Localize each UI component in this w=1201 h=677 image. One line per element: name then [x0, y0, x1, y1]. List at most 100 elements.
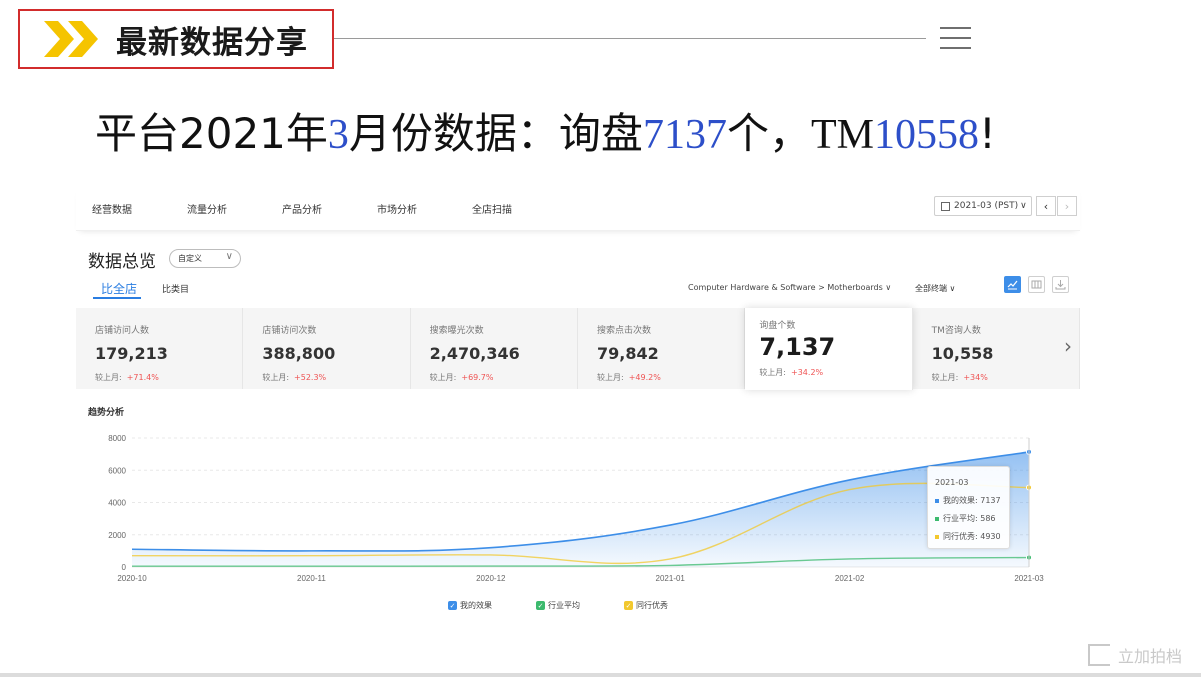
metric-label: TM咨询人数 [931, 326, 981, 336]
y-tick-label: 2000 [108, 531, 126, 540]
compare-percent: +49.2% [628, 373, 661, 382]
watermark: 立加拍档 [1088, 643, 1182, 667]
x-tick-label: 2021-03 [1014, 574, 1044, 583]
active-tab-indicator [93, 297, 141, 299]
chevron-down-icon: ∨ [949, 284, 956, 293]
metric-compare: 较上月: +52.3% [262, 372, 326, 383]
headline-month: 3 [327, 112, 349, 158]
tooltip-value: 4930 [980, 532, 1001, 541]
headline-tm-count: 10558 [873, 112, 979, 158]
legend-item-industry-average[interactable]: ✓ 行业平均 [536, 600, 580, 611]
series-dot [935, 516, 939, 521]
series-dot [935, 498, 939, 503]
dashboard: 经营数据 流量分析 产品分析 市场分析 全店扫描 2021-03 (PST) ∨… [76, 186, 1080, 632]
compare-percent: +52.3% [294, 373, 327, 382]
tooltip-value: 586 [980, 514, 996, 523]
metric-value: 7,137 [759, 333, 836, 361]
category-path: Computer Hardware & Software > Motherboa… [688, 283, 883, 292]
overview-header: 数据总览 自定义 ∨ 比全店 比类目 [76, 231, 1080, 309]
next-month-button[interactable]: › [1057, 196, 1077, 216]
metric-label: 店铺访问次数 [262, 326, 317, 336]
metric-card-store-visits[interactable]: 店铺访问次数 388,800 较上月: +52.3% [243, 308, 411, 389]
watermark-logo-icon [1088, 644, 1110, 666]
chart-tooltip: 2021-03 我的效果: 7137 行业平均: 586 同行优秀: 4930 [927, 466, 1010, 549]
metric-label: 搜索曝光次数 [429, 326, 484, 336]
headline: 平台2021年3月份数据：询盘7137个，TM10558! [95, 100, 996, 161]
tooltip-label: 同行优秀 [943, 532, 975, 541]
compare-label: 较上月: [596, 373, 624, 382]
compare-label: 较上月: [262, 373, 290, 382]
compare-percent: +69.7% [461, 373, 494, 382]
metric-compare: 较上月: +49.2% [597, 372, 661, 383]
x-tick-label: 2020-11 [297, 574, 326, 583]
chevron-down-icon: ∨ [1020, 201, 1027, 211]
legend-label: 我的效果 [460, 601, 492, 610]
chevron-right-icon[interactable]: › [1064, 334, 1072, 358]
prev-month-button[interactable]: ‹ [1036, 196, 1056, 216]
category-filter[interactable]: Computer Hardware & Software > Motherboa… [688, 283, 891, 292]
tooltip-label: 行业平均 [943, 514, 975, 523]
legend-item-my-performance[interactable]: ✓ 我的效果 [448, 600, 492, 611]
line-chart-icon [1007, 280, 1018, 290]
overview-title: 数据总览 [88, 252, 156, 272]
menu-icon[interactable] [940, 27, 971, 51]
line-chart-view-button[interactable] [1004, 276, 1021, 293]
tooltip-value: 7137 [980, 496, 1001, 505]
legend-label: 行业平均 [548, 601, 580, 610]
metric-card-search-impressions[interactable]: 搜索曝光次数 2,470,346 较上月: +69.7% [411, 308, 578, 389]
title-divider [334, 38, 926, 39]
metric-value: 388,800 [262, 344, 336, 363]
metric-compare: 较上月: +34.2% [759, 367, 823, 378]
chevron-down-icon: ∨ [225, 251, 233, 262]
custom-select-value: 自定义 [178, 254, 202, 263]
metric-value: 79,842 [596, 344, 659, 363]
compare-percent: +34.2% [791, 368, 824, 377]
compare-percent: +71.4% [126, 373, 159, 382]
metric-value: 2,470,346 [429, 344, 520, 363]
nav-item-market[interactable]: 市场分析 [377, 201, 456, 216]
metric-value: 179,213 [95, 344, 168, 363]
headline-text: 平台 [95, 109, 180, 158]
watermark-text: 立加拍档 [1118, 647, 1183, 666]
tooltip-row: 同行优秀: 4930 [935, 531, 1001, 542]
nav-item-store-scan[interactable]: 全店扫描 [472, 201, 551, 216]
custom-select[interactable]: 自定义 ∨ [169, 249, 241, 268]
checkbox-icon: ✓ [624, 601, 633, 610]
nav-item-business-data[interactable]: 经营数据 [92, 201, 171, 216]
metric-label: 询盘个数 [759, 321, 796, 331]
nav-item-traffic[interactable]: 流量分析 [187, 201, 266, 216]
headline-tm: TM [810, 112, 874, 158]
metric-card-inquiries[interactable]: 询盘个数 7,137 较上月: +34.2% [745, 308, 913, 390]
metric-card-tm-consultations[interactable]: TM咨询人数 10,558 较上月: +34% [913, 308, 1080, 389]
series-dot [935, 534, 939, 539]
legend-item-peer-excellent[interactable]: ✓ 同行优秀 [624, 600, 668, 611]
nav-item-product[interactable]: 产品分析 [282, 201, 361, 216]
tooltip-row: 行业平均: 586 [935, 513, 996, 524]
headline-text: 月份数据：询盘 [348, 109, 643, 158]
slide-title-frame: 最新数据分享 [18, 9, 334, 69]
metric-card-search-clicks[interactable]: 搜索点击次数 79,842 较上月: +49.2% [578, 308, 746, 389]
tab-category[interactable]: 比类目 [162, 282, 189, 295]
y-tick-label: 4000 [108, 499, 126, 508]
terminal-filter[interactable]: 全部终端 ∨ [915, 283, 955, 294]
tooltip-row: 我的效果: 7137 [935, 495, 1001, 506]
x-tick-label: 2021-01 [656, 574, 686, 583]
headline-text: 个， [726, 109, 811, 158]
table-icon [1031, 280, 1042, 289]
compare-percent: +34% [963, 373, 988, 382]
table-view-button[interactable] [1028, 276, 1045, 293]
checkbox-icon: ✓ [448, 601, 457, 610]
headline-text: ! [978, 109, 996, 158]
date-select[interactable]: 2021-03 (PST) ∨ [934, 196, 1032, 216]
metric-label: 店铺访问人数 [95, 326, 150, 336]
x-tick-label: 2020-12 [476, 574, 506, 583]
download-icon [1055, 280, 1066, 290]
series-area [132, 451, 1029, 567]
download-button[interactable] [1052, 276, 1069, 293]
chevron-down-icon: ∨ [885, 283, 892, 292]
metric-card-store-visitors[interactable]: 店铺访问人数 179,213 较上月: +71.4% [76, 308, 244, 389]
double-chevron-icon [44, 21, 98, 57]
headline-inquiry-count: 7137 [642, 112, 727, 158]
tab-whole-store[interactable]: 比全店 [101, 280, 137, 297]
tooltip-date: 2021-03 [935, 478, 969, 487]
